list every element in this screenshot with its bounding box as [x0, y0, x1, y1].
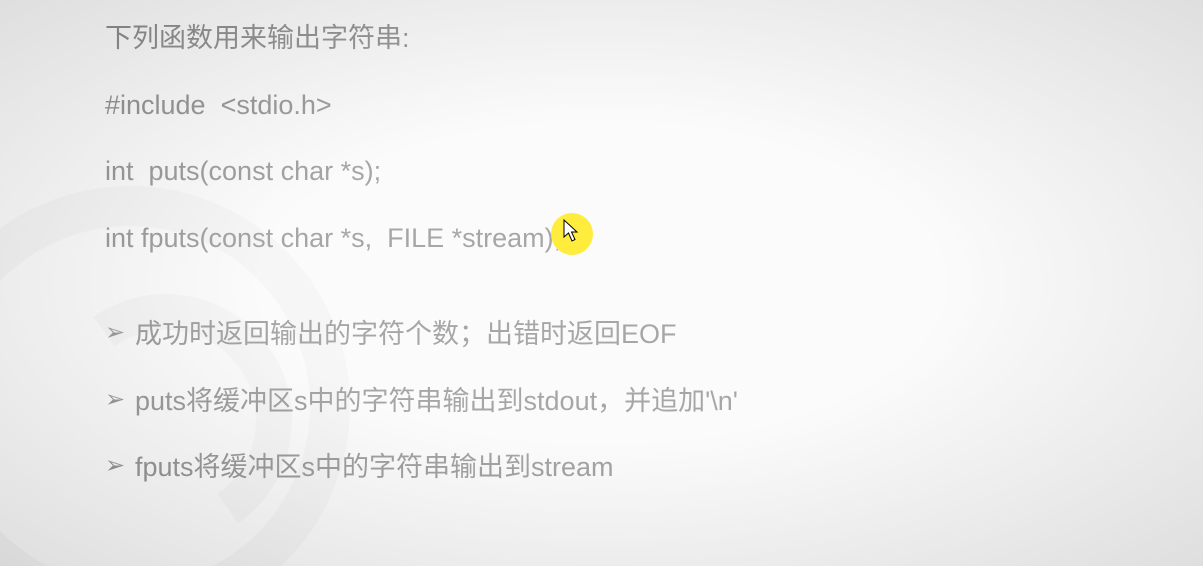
bullet-icon: ➢ — [105, 447, 135, 485]
heading-text: 下列函数用来输出字符串: — [105, 18, 1203, 59]
bullet-icon: ➢ — [105, 381, 135, 419]
list-item: ➢ fputs将缓冲区s中的字符串输出到stream — [105, 447, 1203, 488]
bullet-list: ➢ 成功时返回输出的字符个数；出错时返回EOF ➢ puts将缓冲区s中的字符串… — [105, 314, 1203, 488]
bullet-text: 成功时返回输出的字符个数；出错时返回EOF — [135, 314, 1203, 355]
code-puts-line: int puts(const char *s); — [105, 151, 1203, 192]
bullet-text: fputs将缓冲区s中的字符串输出到stream — [135, 447, 1203, 488]
slide-content: 下列函数用来输出字符串: #include <stdio.h> int puts… — [0, 0, 1203, 488]
bullet-icon: ➢ — [105, 314, 135, 352]
list-item: ➢ 成功时返回输出的字符个数；出错时返回EOF — [105, 314, 1203, 355]
list-item: ➢ puts将缓冲区s中的字符串输出到stdout，并追加'\n' — [105, 381, 1203, 422]
code-fputs-line: int fputs(const char *s, FILE *stream); — [105, 218, 1203, 259]
code-include-line: #include <stdio.h> — [105, 85, 1203, 126]
bullet-text: puts将缓冲区s中的字符串输出到stdout，并追加'\n' — [135, 381, 1203, 422]
